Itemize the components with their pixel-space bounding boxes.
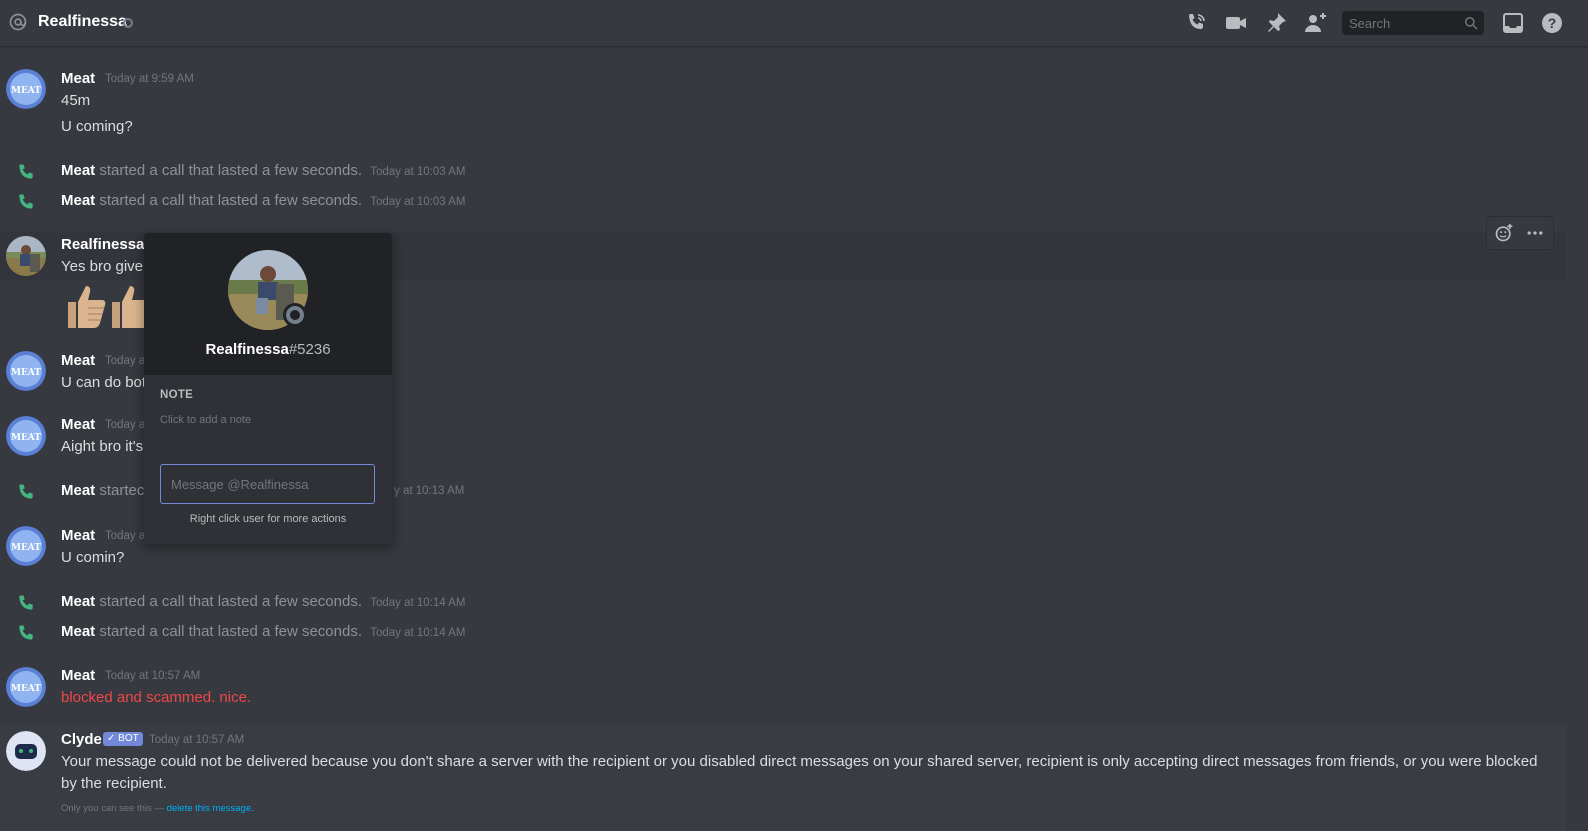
- author-name[interactable]: Meat: [61, 593, 95, 610]
- message-text: U can do bot: [61, 374, 147, 391]
- phone-icon: [19, 625, 33, 640]
- call-text: started a call that lasted a few seconds…: [99, 192, 363, 209]
- avatar-meat[interactable]: MEAT: [6, 526, 46, 566]
- search-icon: [1465, 17, 1478, 30]
- svg-text:MEAT: MEAT: [11, 433, 41, 443]
- svg-text:MEAT: MEAT: [11, 86, 41, 96]
- author-name[interactable]: Meat: [61, 527, 95, 544]
- timestamp: Today at 10:57 AM: [149, 734, 245, 746]
- ephemeral-note: Only you can see this — delete this mess…: [61, 803, 254, 814]
- status-offline-icon: [123, 18, 133, 28]
- call-event: Meat started a call that lasted a few se…: [61, 192, 465, 209]
- status-offline-icon: [286, 306, 304, 324]
- message-text: 45m: [61, 92, 91, 109]
- author-name[interactable]: Meat: [61, 667, 95, 684]
- message-text: blocked and scammed. nice.: [61, 689, 252, 706]
- only-you-text: Only you can see this —: [61, 803, 164, 814]
- timestamp: Today at 10:57 AM: [105, 670, 201, 682]
- add-reaction-icon[interactable]: [1494, 223, 1514, 243]
- search-box[interactable]: Search: [1342, 11, 1484, 35]
- author-name[interactable]: Realfinessa: [61, 236, 144, 253]
- note-heading: NOTE: [160, 389, 194, 401]
- delete-message-link[interactable]: delete this message.: [167, 803, 254, 814]
- timestamp: Today at 10:03 AM: [370, 166, 466, 178]
- inbox-icon[interactable]: [1501, 11, 1525, 35]
- phone-icon: [19, 194, 33, 209]
- popout-username: Realfinessa#5236: [144, 341, 392, 358]
- call-text: started a call that lasted a few seconds…: [99, 593, 363, 610]
- avatar-meat[interactable]: MEAT: [6, 416, 46, 456]
- author-name[interactable]: Meat: [61, 623, 95, 640]
- message-toolbar: [1486, 216, 1554, 250]
- author-name[interactable]: Meat: [61, 192, 95, 209]
- call-text: started a call that lasted a few seconds…: [99, 162, 363, 179]
- svg-text:MEAT: MEAT: [11, 684, 41, 694]
- call-event: Meat started a call that lasted a few se…: [61, 623, 465, 640]
- search-placeholder: Search: [1349, 16, 1391, 31]
- author-name[interactable]: Meat: [61, 416, 95, 433]
- thumbs-up-emoji[interactable]: [62, 280, 110, 330]
- timestamp: Today a: [105, 419, 146, 431]
- phone-icon: [19, 164, 33, 179]
- avatar-clyde[interactable]: [6, 731, 46, 771]
- call-text: started a call that lasted a few seconds…: [99, 623, 363, 640]
- popout-message-input[interactable]: Message @Realfinessa: [160, 464, 375, 504]
- avatar-meat[interactable]: MEAT: [6, 69, 46, 109]
- message-text: U coming?: [61, 118, 133, 135]
- avatar-realfinessa[interactable]: [6, 236, 46, 276]
- timestamp: Today at 10:14 AM: [370, 627, 466, 639]
- phone-icon: [19, 484, 33, 499]
- avatar-meat[interactable]: MEAT: [6, 667, 46, 707]
- video-call-icon[interactable]: [1224, 11, 1248, 35]
- call-event: Meat startec: [61, 482, 144, 499]
- timestamp: Today a: [105, 355, 146, 367]
- at-icon: [9, 13, 27, 31]
- message-text: Your message could not be delivered beca…: [61, 753, 1538, 770]
- bot-badge-label: BOT: [118, 733, 139, 744]
- author-name[interactable]: Clyde: [61, 731, 102, 748]
- avatar-meat[interactable]: MEAT: [6, 351, 46, 391]
- bot-badge: ✓ BOT: [103, 732, 143, 746]
- call-text: startec: [99, 482, 145, 499]
- thumbs-up-emoji[interactable]: [110, 280, 146, 330]
- timestamp: Today a: [105, 530, 146, 542]
- timestamp: Today at 10:14 AM: [370, 597, 466, 609]
- timestamp: Today at 10:03 AM: [370, 196, 466, 208]
- author-name[interactable]: Meat: [61, 162, 95, 179]
- message-text: Yes bro give: [61, 258, 144, 275]
- timestamp: Today at 9:59 AM: [105, 73, 194, 85]
- svg-text:?: ?: [1548, 15, 1557, 31]
- author-name[interactable]: Meat: [61, 482, 95, 499]
- pin-icon[interactable]: [1264, 11, 1288, 35]
- popout-hint: Right click user for more actions: [189, 513, 347, 525]
- message-input-placeholder: Message @Realfinessa: [171, 477, 309, 492]
- note-input[interactable]: Click to add a note: [160, 414, 251, 426]
- channel-title: Realfinessa: [38, 13, 127, 30]
- more-options-icon[interactable]: [1525, 223, 1545, 243]
- add-friend-icon[interactable]: [1304, 11, 1328, 35]
- message-text: Aight bro it's: [61, 438, 144, 455]
- call-event: Meat started a call that lasted a few se…: [61, 593, 465, 610]
- message-text: U comin?: [61, 549, 125, 566]
- username: Realfinessa: [205, 341, 289, 358]
- author-name[interactable]: Meat: [61, 70, 95, 87]
- message-text: by the recipient.: [61, 775, 167, 792]
- top-bar: Realfinessa Search ?: [0, 0, 1588, 47]
- svg-text:MEAT: MEAT: [11, 368, 41, 378]
- phone-call-icon[interactable]: [1184, 11, 1208, 35]
- timestamp: y at 10:13 AM: [394, 485, 465, 497]
- phone-icon: [19, 595, 33, 610]
- svg-text:MEAT: MEAT: [11, 543, 41, 553]
- call-event: Meat started a call that lasted a few se…: [61, 162, 465, 179]
- help-icon[interactable]: ?: [1540, 11, 1564, 35]
- popout-header: Realfinessa#5236: [144, 233, 392, 375]
- discriminator: #5236: [288, 341, 331, 358]
- user-popout: Realfinessa#5236 NOTE Click to add a not…: [144, 233, 392, 544]
- author-name[interactable]: Meat: [61, 352, 95, 369]
